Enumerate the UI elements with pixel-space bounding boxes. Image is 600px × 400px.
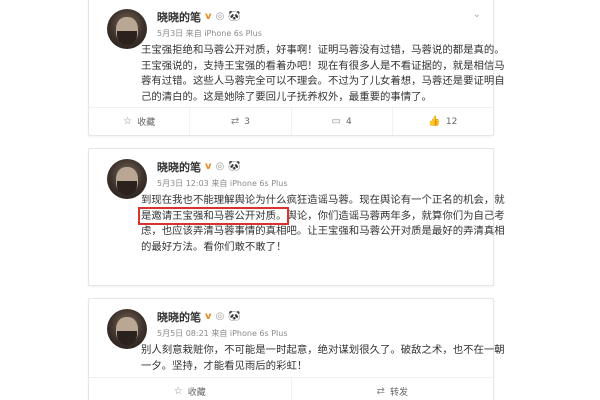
comment-icon: ▭ [331,116,341,127]
post-meta: 5月3日 来自 iPhone 6s Plus [157,29,262,38]
favorite-button[interactable]: ☆ 收藏 [89,378,291,400]
post-text-fragment: 舆论，你们造谣马蓉两年多，就算你们为自己考 [286,209,505,222]
author-name[interactable]: 晓晓的笔 [157,9,201,25]
panda-badge-icon[interactable]: 🐼 [228,311,240,323]
favorite-label: 收藏 [137,118,156,128]
repost-icon: ⇄ [376,386,385,397]
repost-button[interactable]: ⇄ 转发 [290,378,494,400]
comment-count: 4 [345,116,352,127]
vip-badge-icon[interactable]: v [205,311,212,323]
vip-badge-icon[interactable]: v [205,161,212,173]
chevron-down-icon[interactable]: ⌄ [473,9,481,20]
post-text: 到现在我也不能理解舆论为什么疯狂造谣马蓉。现在舆论有一个正名的机会，就 是邀请王… [137,193,505,255]
star-icon: ☆ [173,386,183,397]
like-count: 12 [445,116,458,127]
repost-button[interactable]: ⇄ 3 [189,108,290,135]
post-actions: ☆ 收藏 ⇄ 转发 [89,377,493,400]
post-meta: 5月3日 12:03 来自 iPhone 6s Plus [157,179,288,188]
post-meta: 5月5日 08:21 来自 iPhone 6s Plus [157,329,288,338]
post-text-line: 的最好方法。看你们敢不敢了！ [141,240,287,253]
post-header: 晓晓的笔 v ◎ 🐼 5月3日 12:03 来自 iPhone 6s Plus [157,159,481,190]
post-text-line: 王宝强拒绝和马蓉公开对质，好事啊！证明马蓉没有过错，马蓉说的都是真的。 [141,44,505,56]
post-text-line: 己的清白的。这是她除了要回儿子抚养权外，最重要的事情了。 [141,90,432,103]
weibo-post: 晓晓的笔 v ◎ 🐼 5月3日 来自 iPhone 6s Plus ⌄ 王宝强拒… [88,0,505,136]
highlighted-text: 是邀请王宝强和马蓉公开对质。 [137,206,290,225]
thumbs-up-icon: 👍 [428,116,441,127]
repost-icon: ⇄ [230,116,240,127]
post-text-line: 是邀请王宝强和马蓉公开对质。舆论，你们造谣马蓉两年多，就算你们为自己考 [137,206,505,225]
medal-badge-icon[interactable]: ◎ [216,11,225,23]
post-header: 晓晓的笔 v ◎ 🐼 5月5日 08:21 来自 iPhone 6s Plus [157,309,481,340]
panda-badge-icon[interactable]: 🐼 [228,11,240,23]
post-text-line: 蓉有过错。这些人马蓉完全可以不理会。不过为了儿女着想，马蓉还是要证明自 [141,75,505,87]
post-text: 王宝强拒绝和马蓉公开对质，好事啊！证明马蓉没有过错，马蓉说的都是真的。 王宝强说… [141,43,505,105]
post-text-line: 虑，也应该弄清马蓉事情的真相吧。让王宝强和马蓉公开对质是最好的弄清真相 [141,225,505,237]
repost-label: 转发 [389,388,408,398]
post-text-line: 一夕。坚持，才能看见雨后的彩虹！ [141,359,308,372]
author-name[interactable]: 晓晓的笔 [157,159,201,175]
author-name[interactable]: 晓晓的笔 [157,309,201,325]
post-header: 晓晓的笔 v ◎ 🐼 5月3日 来自 iPhone 6s Plus ⌄ [157,9,481,40]
like-button[interactable]: 👍 12 [391,108,493,135]
post-text-line: 到现在我也不能理解舆论为什么疯狂造谣马蓉。现在舆论有一个正名的机会，就 [141,194,505,206]
weibo-post: 晓晓的笔 v ◎ 🐼 5月3日 12:03 来自 iPhone 6s Plus … [88,148,505,286]
repost-count: 3 [244,116,250,127]
post-text-line: 王宝强说的，支持王宝强的看着办吧！现在有很多人是不看证据的，就是相信马 [141,59,505,72]
weibo-post: 晓晓的笔 v ◎ 🐼 5月5日 08:21 来自 iPhone 6s Plus … [88,298,505,400]
star-icon: ☆ [123,116,133,127]
favorite-label: 收藏 [187,388,206,398]
post-text-line: 别人刻意栽赃你，不可能是一时起意，绝对谋划很久了。破敌之术，也不在一朝 [141,344,505,356]
post-actions: ☆ 收藏 ⇄ 3 ▭ 4 👍 12 [89,107,493,135]
favorite-button[interactable]: ☆ 收藏 [89,108,189,135]
weibo-feed: 晓晓的笔 v ◎ 🐼 5月3日 来自 iPhone 6s Plus ⌄ 王宝强拒… [0,0,600,400]
medal-badge-icon[interactable]: ◎ [216,161,225,173]
comment-button[interactable]: ▭ 4 [290,108,392,135]
medal-badge-icon[interactable]: ◎ [216,311,225,323]
panda-badge-icon[interactable]: 🐼 [228,161,240,173]
vip-badge-icon[interactable]: v [205,11,212,23]
post-text: 别人刻意栽赃你，不可能是一时起意，绝对谋划很久了。破敌之术，也不在一朝 一夕。坚… [141,343,505,374]
